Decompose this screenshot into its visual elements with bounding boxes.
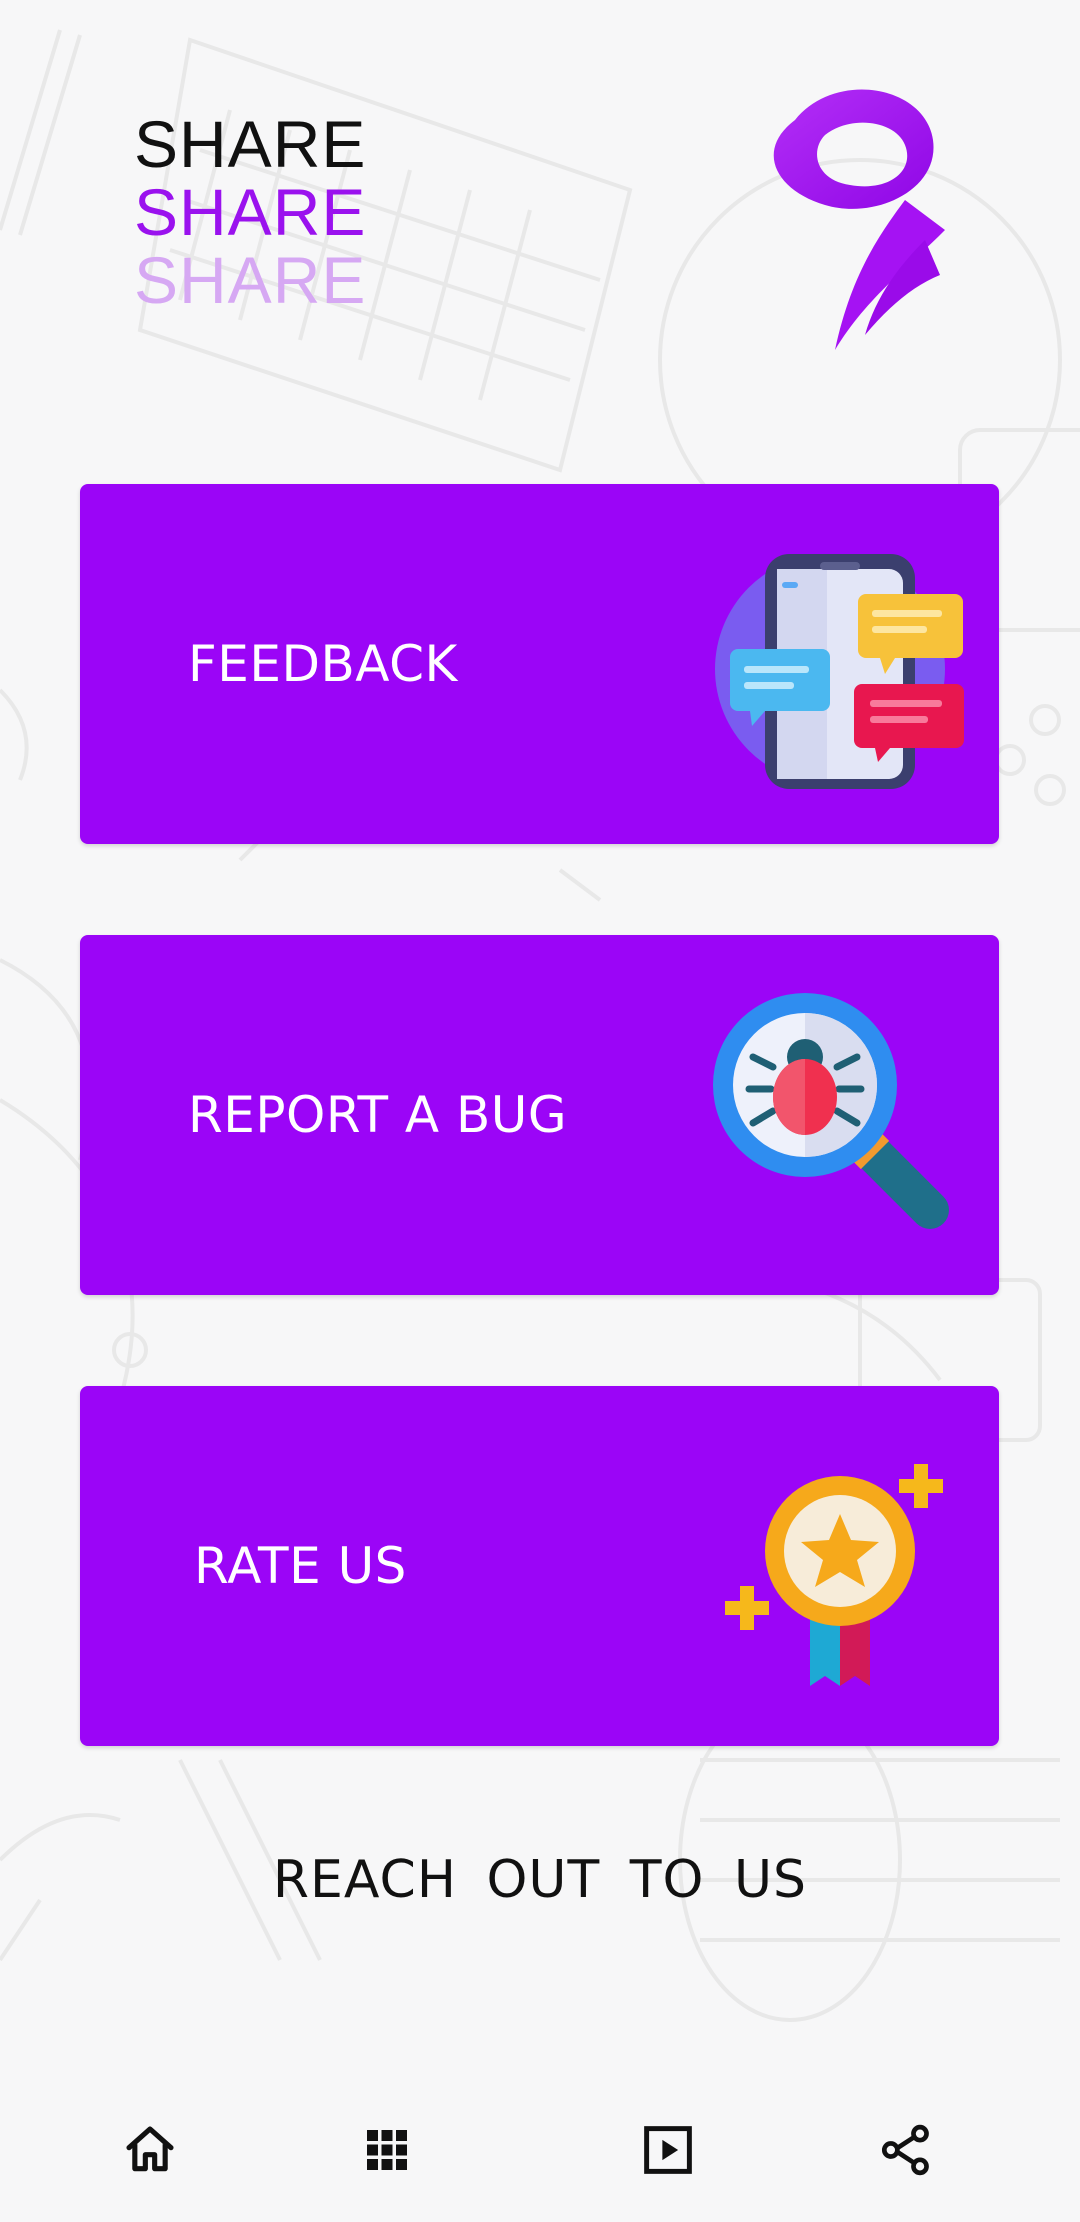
chat-phone-icon — [715, 554, 964, 789]
rate-us-label: RATE US — [194, 1537, 407, 1595]
grid-icon — [367, 2130, 407, 2170]
rate-us-card[interactable]: RATE US — [80, 1386, 999, 1746]
brand-wordmark: SHARE SHARE SHARE — [134, 110, 366, 314]
brand-line-3: SHARE — [134, 243, 367, 317]
star-medal-icon — [725, 1464, 943, 1686]
report-bug-label: REPORT A BUG — [188, 1086, 568, 1144]
brand-logo — [773, 89, 945, 350]
brand-line-1: SHARE — [134, 107, 367, 181]
report-bug-card[interactable]: REPORT A BUG — [80, 935, 999, 1295]
brand-line-2: SHARE — [134, 175, 367, 249]
bottom-nav — [0, 2090, 1080, 2222]
home-icon — [126, 2126, 174, 2172]
share-icon — [881, 2124, 929, 2176]
nav-share[interactable] — [866, 2110, 946, 2190]
play-icon — [644, 2126, 692, 2174]
bug-magnifier-icon — [713, 993, 949, 1229]
nav-play[interactable] — [628, 2110, 708, 2190]
nav-apps[interactable] — [347, 2110, 427, 2190]
nav-home[interactable] — [110, 2110, 190, 2190]
reach-out-text: REACH OUT TO US — [272, 1850, 808, 1910]
feedback-card[interactable]: FEEDBACK — [80, 484, 999, 844]
feedback-label: FEEDBACK — [188, 635, 458, 693]
